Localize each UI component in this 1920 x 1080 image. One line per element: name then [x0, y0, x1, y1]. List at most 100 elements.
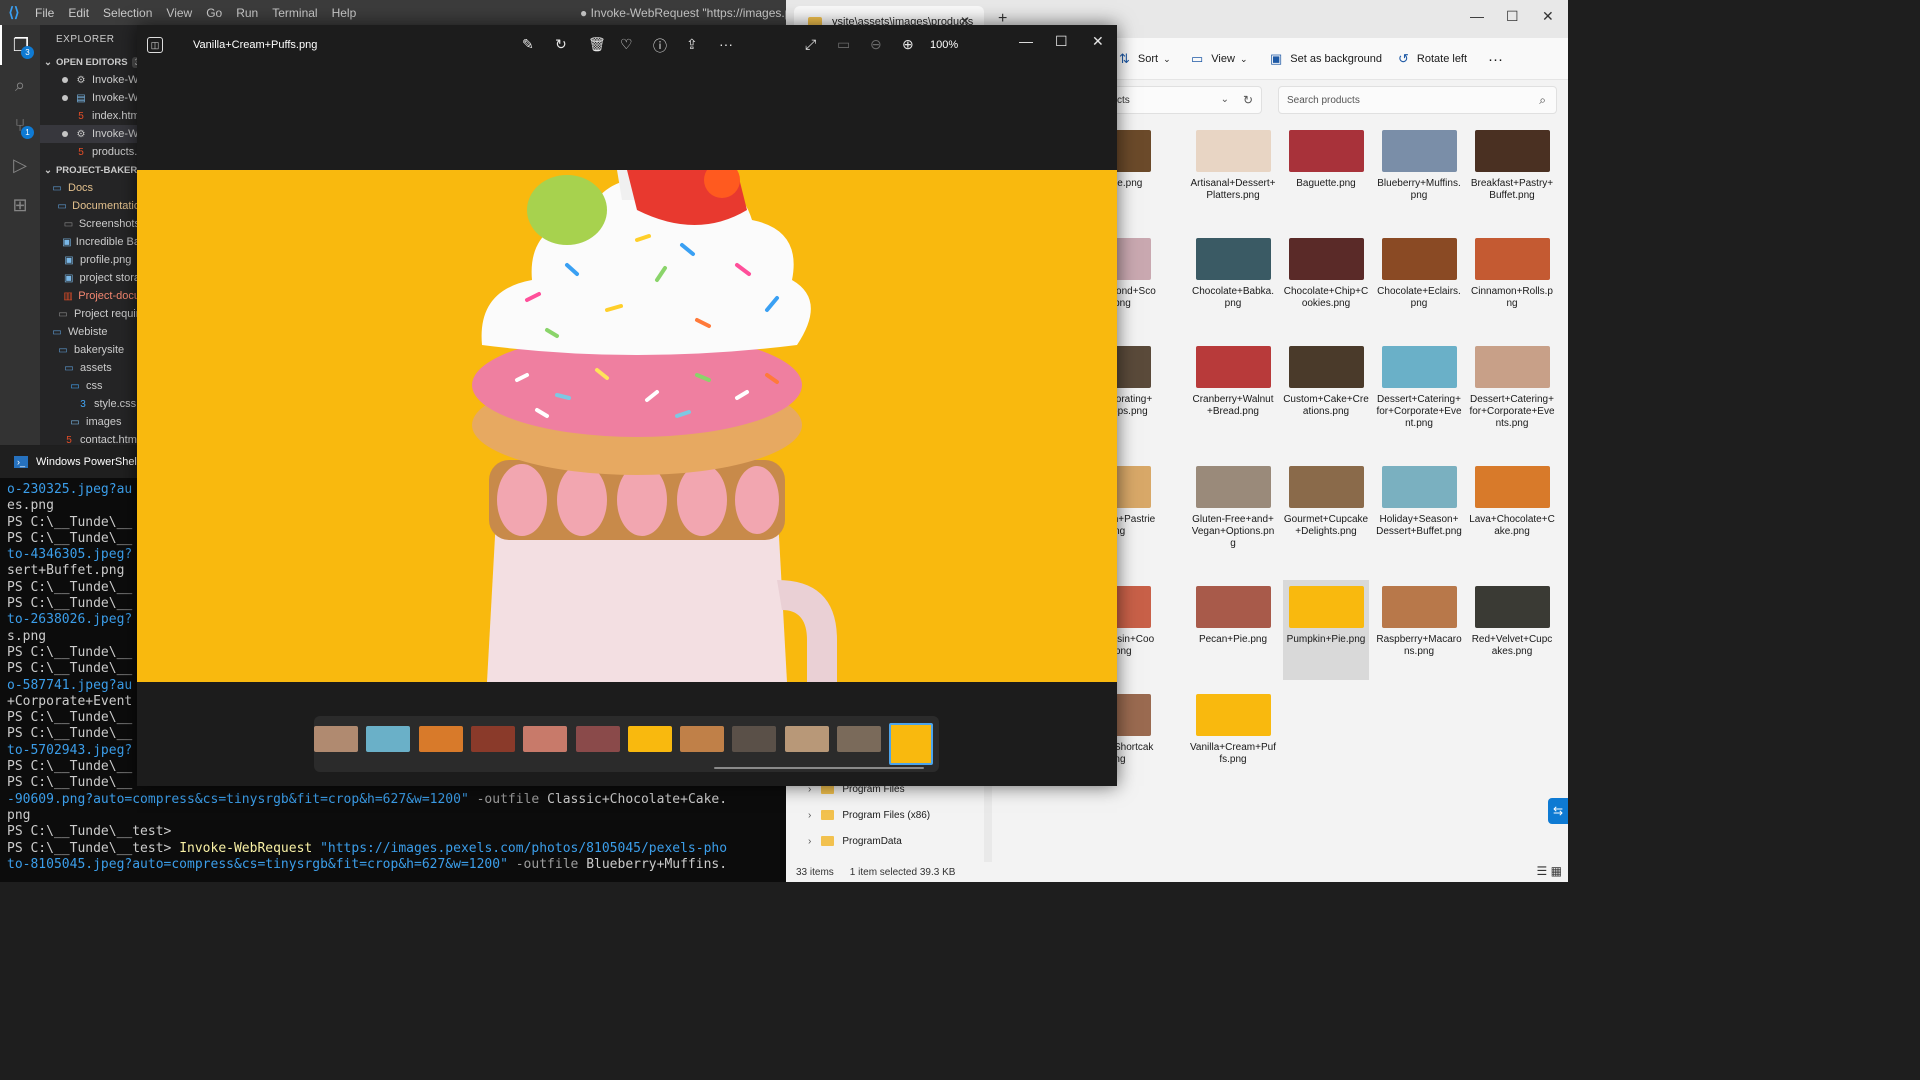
file-item[interactable]: Dessert+Catering+for+Corporate+Event.png	[1376, 340, 1462, 444]
file-item[interactable]: Artisanal+Dessert+Platters.png	[1190, 124, 1276, 224]
file-item[interactable]: Custom+Cake+Creations.png	[1283, 340, 1369, 444]
tree-file[interactable]: ▥ Project-docu	[40, 287, 140, 305]
filmstrip-thumb[interactable]	[470, 726, 515, 752]
open-editor-item[interactable]: ▤ Invoke-W	[40, 89, 140, 107]
tree-file[interactable]: 3 style.css	[40, 395, 140, 413]
menu-view[interactable]: View	[159, 6, 199, 20]
info-icon[interactable]: ⓘ	[653, 36, 667, 56]
file-item[interactable]: Dessert+Catering+for+Corporate+Events.pn…	[1469, 340, 1555, 444]
tree-file[interactable]: 5 contact.htm	[40, 431, 140, 445]
menu-terminal[interactable]: Terminal	[265, 6, 324, 20]
extensions-icon[interactable]: ⊞	[0, 185, 40, 225]
file-item[interactable]: Gourmet+Cupcake+Delights.png	[1283, 460, 1369, 564]
zoom-in-icon[interactable]: ⊕	[902, 36, 914, 53]
view-button[interactable]: ▭ View ⌄	[1191, 51, 1248, 67]
file-item[interactable]: Pecan+Pie.png	[1190, 580, 1276, 680]
filmstrip-thumb-current[interactable]	[889, 723, 934, 765]
tree-file[interactable]: ▭ Project requir	[40, 305, 140, 323]
rotate-left-button[interactable]: ↺ Rotate left	[1398, 51, 1467, 67]
menu-go[interactable]: Go	[199, 6, 229, 20]
chevron-down-icon[interactable]: ⌄	[1221, 94, 1229, 105]
open-editor-item[interactable]: ⚙ Invoke-W	[40, 71, 140, 89]
tree-folder[interactable]: ▭ Webiste	[40, 323, 140, 341]
filmstrip-thumb[interactable]	[575, 726, 620, 752]
filmstrip-thumb[interactable]	[366, 726, 411, 752]
tree-folder[interactable]: ▭ Documentatio	[40, 197, 140, 215]
tree-file[interactable]: ▣ Incredible Ba	[40, 233, 140, 251]
menu-file[interactable]: File	[28, 6, 61, 20]
search-box[interactable]: Search products ⌕	[1278, 86, 1557, 114]
search-icon[interactable]: ⌕	[0, 65, 40, 105]
details-view-icon[interactable]: ☰	[1537, 864, 1548, 878]
tree-folder[interactable]: ▭ assets	[40, 359, 140, 377]
filmstrip-thumb[interactable]	[732, 726, 777, 752]
maximize-icon[interactable]: ☐	[1506, 8, 1519, 25]
minimize-icon[interactable]: —	[1470, 8, 1484, 24]
filmstrip-thumb[interactable]	[627, 726, 672, 752]
open-editor-item[interactable]: 5 products.l	[40, 143, 140, 161]
delete-icon[interactable]: 🗑	[588, 36, 606, 53]
more-options-icon[interactable]: ···	[1488, 51, 1503, 68]
file-item[interactable]: Pumpkin+Pie.png	[1283, 580, 1369, 680]
set-background-button[interactable]: ▣ Set as background	[1270, 51, 1382, 67]
close-icon[interactable]: ✕	[1092, 33, 1104, 50]
nav-item-program-files-x86[interactable]: › Program Files (x86)	[786, 802, 986, 828]
file-item[interactable]: Chocolate+Eclairs.png	[1376, 232, 1462, 332]
file-item[interactable]: Red+Velvet+Cupcakes.png	[1469, 580, 1555, 680]
tiles-view-icon[interactable]: ▦	[1551, 864, 1562, 878]
run-debug-icon[interactable]: ▷	[0, 145, 40, 185]
filmstrip-thumb[interactable]	[418, 726, 463, 752]
source-control-icon[interactable]: ⑂ 1	[0, 105, 40, 145]
open-editors-section[interactable]: ⌄OPEN EDITORS3 u	[40, 53, 140, 71]
nav-item-programdata[interactable]: › ProgramData	[786, 828, 986, 854]
tree-file[interactable]: ▣ project stora	[40, 269, 140, 287]
open-editor-item[interactable]: 5 index.htm	[40, 107, 140, 125]
share-icon[interactable]: ⇪	[686, 36, 698, 53]
fullscreen-icon[interactable]: ⤢	[805, 36, 816, 53]
minimize-icon[interactable]: —	[1019, 33, 1033, 49]
more-options-icon[interactable]: ···	[719, 36, 733, 52]
sidebar-toggle-icon[interactable]: ⇆	[1548, 798, 1568, 824]
filmstrip-thumb[interactable]	[680, 726, 725, 752]
edit-image-icon[interactable]: ✎	[522, 36, 534, 53]
menu-help[interactable]: Help	[325, 6, 364, 20]
file-item[interactable]: Chocolate+Babka.png	[1190, 232, 1276, 332]
file-item[interactable]: Gluten-Free+and+Vegan+Options.png	[1190, 460, 1276, 564]
file-item[interactable]: Baguette.png	[1283, 124, 1369, 224]
photo-canvas[interactable]	[137, 170, 1117, 682]
open-editor-item[interactable]: ⚙ Invoke-W	[40, 125, 140, 143]
tree-folder[interactable]: ▭ Screenshots	[40, 215, 140, 233]
project-section[interactable]: ⌄ PROJECT-BAKERY	[40, 161, 140, 179]
refresh-icon[interactable]: ↻	[1243, 93, 1253, 107]
tree-folder[interactable]: ▭ bakerysite	[40, 341, 140, 359]
filmstrip-scrollbar[interactable]	[714, 767, 924, 769]
close-icon[interactable]: ✕	[1542, 8, 1554, 25]
file-item[interactable]: Vanilla+Cream+Puffs.png	[1190, 688, 1276, 788]
file-item[interactable]: Holiday+Season+Dessert+Buffet.png	[1376, 460, 1462, 564]
explorer-icon[interactable]: ❐ 3	[0, 25, 40, 65]
file-item[interactable]: Cranberry+Walnut+Bread.png	[1190, 340, 1276, 444]
file-item[interactable]: Raspberry+Macarons.png	[1376, 580, 1462, 680]
filmstrip-thumb[interactable]	[523, 726, 568, 752]
menu-run[interactable]: Run	[229, 6, 265, 20]
tree-folder-docs[interactable]: ▭ Docs	[40, 179, 140, 197]
menu-selection[interactable]: Selection	[96, 6, 159, 20]
file-item[interactable]: Breakfast+Pastry+Buffet.png	[1469, 124, 1555, 224]
tree-folder[interactable]: ▭ images	[40, 413, 140, 431]
file-item[interactable]: Chocolate+Chip+Cookies.png	[1283, 232, 1369, 332]
nav-scrollbar[interactable]	[984, 780, 992, 862]
rotate-icon[interactable]: ↻	[555, 36, 567, 53]
tree-folder[interactable]: ▭ css	[40, 377, 140, 395]
file-item[interactable]: Lava+Chocolate+Cake.png	[1469, 460, 1555, 564]
address-bar[interactable]: cts ⌄ ↻	[1106, 86, 1262, 114]
tree-file[interactable]: ▣ profile.png	[40, 251, 140, 269]
favorite-icon[interactable]: ♡	[620, 36, 633, 53]
file-item[interactable]: Blueberry+Muffins.png	[1376, 124, 1462, 224]
filmstrip-thumb[interactable]	[837, 726, 881, 752]
menu-edit[interactable]: Edit	[61, 6, 96, 20]
maximize-icon[interactable]: ☐	[1055, 33, 1068, 50]
filmstrip-thumb[interactable]	[784, 726, 829, 752]
sort-button[interactable]: ⇅ Sort ⌄	[1119, 51, 1171, 67]
filmstrip-thumb[interactable]	[314, 726, 358, 752]
file-item[interactable]: Cinnamon+Rolls.png	[1469, 232, 1555, 332]
